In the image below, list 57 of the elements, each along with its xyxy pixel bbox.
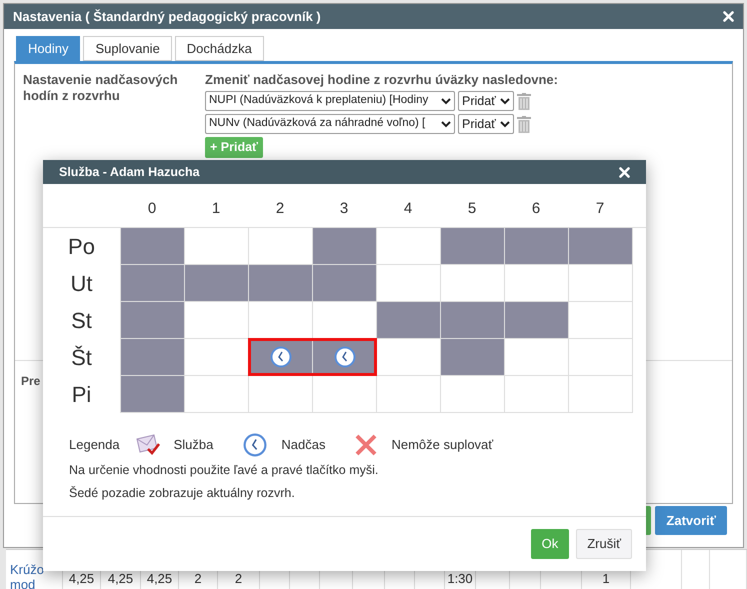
section-label: Pre — [21, 374, 40, 388]
help-text: Na určenie vhodnosti použite ľavé a pravé tlačítko myši. — [69, 462, 380, 479]
column-header: 7 — [594, 199, 606, 219]
column-header: 6 — [530, 199, 542, 219]
tab[interactable]: Hodiny — [16, 36, 80, 61]
clock-icon — [243, 433, 268, 457]
trash-icon[interactable] — [517, 92, 531, 110]
type-select[interactable]: NUPI (Nadúväzková k preplateniu) [Hodiny — [205, 91, 455, 111]
tab[interactable]: Suplovanie — [83, 36, 172, 61]
table-cell-text: 2 — [234, 570, 242, 588]
envelope-check-icon — [136, 434, 160, 456]
day-label: Ut — [70, 270, 94, 298]
day-label: Št — [70, 344, 93, 372]
close-icon[interactable] — [619, 166, 630, 178]
caret-icon — [441, 120, 451, 128]
table-cell-text: 4,25 — [146, 570, 172, 588]
schedule-cell[interactable] — [313, 339, 377, 376]
day-label: Pi — [70, 381, 92, 409]
column-header: 4 — [402, 199, 414, 219]
tab[interactable]: Dochádzka — [174, 36, 264, 61]
type-select[interactable]: NUNv (Nadúväzková za náhradné voľno) [ — [205, 114, 455, 134]
legend-label: Nemôže suplovať — [391, 436, 494, 454]
cross-icon — [355, 434, 378, 456]
window-title: Nastavenia ( Štandardný pedagogický pracovník ) — [13, 8, 321, 26]
column-header: 5 — [466, 199, 478, 219]
section-label: Nastavenie nadčasových hodín z rozvrhu — [22, 72, 179, 104]
day-label: St — [70, 307, 93, 335]
close-icon[interactable] — [723, 11, 734, 22]
table-cell-text: 4,25 — [108, 570, 134, 588]
table-cell-text: 2 — [194, 570, 202, 588]
window-title: Služba - Adam Hazucha — [59, 164, 200, 181]
day-label: Po — [67, 233, 96, 261]
clock-icon — [270, 346, 292, 368]
clock-icon — [334, 346, 356, 368]
rules-heading: Zmeniť nadčasovej hodine z rozvrhu úväzky nasledovne: — [205, 72, 558, 88]
action-select[interactable]: Pridať — [458, 91, 514, 111]
table-cell-text: 1 — [602, 570, 610, 588]
column-header: 0 — [146, 199, 158, 219]
column-header: 2 — [274, 199, 286, 219]
close-button[interactable]: Zatvoriť — [655, 506, 727, 535]
legend-title: Legenda — [69, 436, 120, 454]
cancel-button[interactable]: Zrušiť — [576, 529, 632, 559]
action-select[interactable]: Pridať — [458, 114, 514, 134]
caret-icon — [441, 98, 451, 104]
table-cell-text: 1:30 — [447, 570, 473, 588]
legend-label: Služba — [174, 436, 214, 454]
schedule-cell[interactable] — [249, 339, 313, 376]
table-cell-text: mod — [10, 577, 36, 589]
legend-label: Nadčas — [281, 436, 326, 454]
column-header: 3 — [338, 199, 350, 219]
table-cell-text: 4,25 — [68, 570, 94, 588]
column-header: 1 — [210, 199, 222, 219]
trash-icon[interactable] — [517, 116, 531, 132]
help-text: Šedé pozadie zobrazuje aktuálny rozvrh. — [69, 484, 296, 502]
caret-icon — [500, 98, 510, 104]
caret-icon — [500, 120, 510, 128]
table-cell-text: Krúžo — [10, 562, 45, 577]
